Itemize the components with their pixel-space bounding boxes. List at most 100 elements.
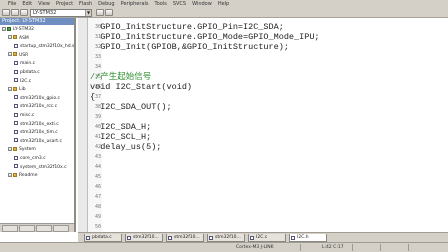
- menu-item-file[interactable]: File: [8, 1, 16, 7]
- tree-item-label: startup_stm32f10x_hd.s: [20, 44, 75, 50]
- code-line[interactable]: 43: [78, 152, 448, 162]
- tree-item[interactable]: main.c: [0, 60, 74, 68]
- tree-item[interactable]: core_cm3.c: [0, 155, 74, 163]
- tree-item[interactable]: stm32f10x_gpio.c: [0, 95, 74, 103]
- target-select[interactable]: LY-STM32 ▼: [30, 9, 92, 17]
- file-icon: [14, 78, 18, 83]
- code-line[interactable]: 33: [78, 52, 448, 62]
- code-line[interactable]: 30 GPIO_InitStructure.GPIO_Pin=I2C_SDA;: [78, 22, 448, 32]
- code-line[interactable]: 32 GPIO_Init(GPIOB,&GPIO_InitStructure);: [78, 42, 448, 52]
- collapse-icon[interactable]: -: [8, 146, 12, 151]
- code-line[interactable]: 44: [78, 162, 448, 172]
- code-line[interactable]: 37{: [78, 92, 448, 102]
- tree-item-label: Readme: [19, 173, 38, 179]
- menu-item-tools[interactable]: Tools: [155, 1, 167, 7]
- menu-item-window[interactable]: Window: [192, 1, 212, 7]
- tree-item[interactable]: - LY-STM32: [0, 26, 74, 34]
- tree-item[interactable]: I2C.c: [0, 78, 74, 86]
- line-number: 49: [94, 214, 101, 220]
- chevron-down-icon: ▼: [85, 10, 91, 16]
- tree-item[interactable]: stm32f10x_tim.c: [0, 129, 74, 137]
- menu-item-project[interactable]: Project: [56, 1, 73, 7]
- file-icon: [14, 95, 18, 100]
- file-icon: [127, 236, 131, 240]
- file-tab[interactable]: stm32f10...: [125, 234, 163, 242]
- tree-item-label: USR: [19, 52, 29, 58]
- tree-item-label: stm32f10x_usart.c: [20, 138, 62, 144]
- collapse-icon[interactable]: -: [8, 52, 12, 57]
- code-line[interactable]: 36 void I2C_Start(void): [78, 82, 448, 92]
- code-line[interactable]: 34: [78, 62, 448, 72]
- tab-templates[interactable]: [53, 225, 69, 232]
- collapse-icon[interactable]: -: [8, 172, 12, 177]
- code-line[interactable]: 42 delay_us(5);: [78, 142, 448, 152]
- collapse-icon[interactable]: -: [8, 86, 12, 91]
- code-editor[interactable]: 30 GPIO_InitStructure.GPIO_Pin=I2C_SDA; 3…: [78, 18, 448, 232]
- code-line[interactable]: 40 I2C_SDA_H;: [78, 122, 448, 132]
- code-text: //产生起始信号: [90, 72, 152, 82]
- file-icon: [14, 112, 18, 117]
- file-icon: [14, 60, 18, 65]
- file-icon: [209, 236, 213, 240]
- collapse-icon[interactable]: -: [8, 35, 12, 40]
- tree-item-label: pbdata.c: [20, 70, 40, 75]
- code-line[interactable]: 39: [78, 112, 448, 122]
- code-line[interactable]: 35//产生起始信号: [78, 72, 448, 82]
- tree-item[interactable]: - Readme: [0, 172, 74, 180]
- collapse-icon[interactable]: -: [2, 26, 6, 31]
- code-line[interactable]: 50: [78, 222, 448, 232]
- menu-item-debug[interactable]: Debug: [98, 1, 114, 7]
- file-tab[interactable]: I2C.h: [289, 234, 327, 242]
- folder-icon: [13, 146, 17, 151]
- code-line[interactable]: 46: [78, 182, 448, 192]
- project-pane: Project: LY-STM32 - LY-STM32- ASM startup_s…: [0, 18, 76, 232]
- tree-item[interactable]: - System: [0, 146, 74, 154]
- line-number: 45: [94, 174, 101, 180]
- tree-item[interactable]: startup_stm32f10x_hd.s: [0, 43, 75, 51]
- folder-icon: [13, 172, 17, 177]
- tab-books[interactable]: [19, 225, 35, 232]
- rebuild-icon[interactable]: [11, 9, 19, 16]
- menu-item-svcs[interactable]: SVCS: [173, 1, 186, 7]
- tab-project[interactable]: [2, 225, 18, 232]
- file-tab-label: stm32f10...: [174, 235, 200, 240]
- tree-item[interactable]: system_stm32f10x.c: [0, 164, 74, 172]
- code-line[interactable]: 38 I2C_SDA_OUT();: [78, 102, 448, 112]
- file-icon: [14, 129, 18, 134]
- code-line[interactable]: 31 GPIO_InitStructure.GPIO_Mode=GPIO_Mod…: [78, 32, 448, 42]
- tree-item[interactable]: stm32f10x_exti.c: [0, 121, 74, 129]
- file-tab[interactable]: pbdata.c: [84, 234, 122, 242]
- file-icon: [14, 155, 18, 160]
- tree-item[interactable]: - ASM: [0, 35, 74, 43]
- line-number: 48: [94, 204, 101, 210]
- tree-item[interactable]: - Lib: [0, 86, 74, 94]
- build-icon[interactable]: [2, 9, 10, 16]
- file-tab-label: pbdata.c: [92, 235, 112, 240]
- code-line[interactable]: 48: [78, 202, 448, 212]
- tree-item[interactable]: misc.c: [0, 112, 74, 120]
- menu-item-peripherals[interactable]: Peripherals: [121, 1, 149, 7]
- file-tab[interactable]: stm32f10...: [166, 234, 204, 242]
- tree-item-label: stm32f10x_tim.c: [20, 130, 58, 136]
- download-icon[interactable]: [20, 9, 28, 16]
- file-tab-label: stm32f10...: [215, 235, 241, 240]
- tree-item[interactable]: pbdata.c: [0, 69, 74, 77]
- menu-item-edit[interactable]: Edit: [22, 1, 32, 7]
- tree-item[interactable]: stm32f10x_rcc.c: [0, 103, 74, 111]
- file-tab[interactable]: I2C.c: [248, 234, 286, 242]
- code-line[interactable]: 41 I2C_SCL_H;: [78, 132, 448, 142]
- options-icon[interactable]: [96, 9, 104, 16]
- menu-item-view[interactable]: View: [38, 1, 50, 7]
- menu-item-flash[interactable]: Flash: [79, 1, 92, 7]
- line-number: 43: [94, 154, 101, 160]
- file-tab-label: I2C.c: [256, 235, 268, 240]
- code-line[interactable]: 47: [78, 192, 448, 202]
- tab-functions[interactable]: [36, 225, 52, 232]
- menu-item-help[interactable]: Help: [218, 1, 229, 7]
- tree-item[interactable]: stm32f10x_usart.c: [0, 138, 74, 146]
- tree-item[interactable]: - USR: [0, 52, 74, 60]
- code-line[interactable]: 49: [78, 212, 448, 222]
- manage-icon[interactable]: [105, 9, 113, 16]
- file-tab[interactable]: stm32f10...: [207, 234, 245, 242]
- code-line[interactable]: 45: [78, 172, 448, 182]
